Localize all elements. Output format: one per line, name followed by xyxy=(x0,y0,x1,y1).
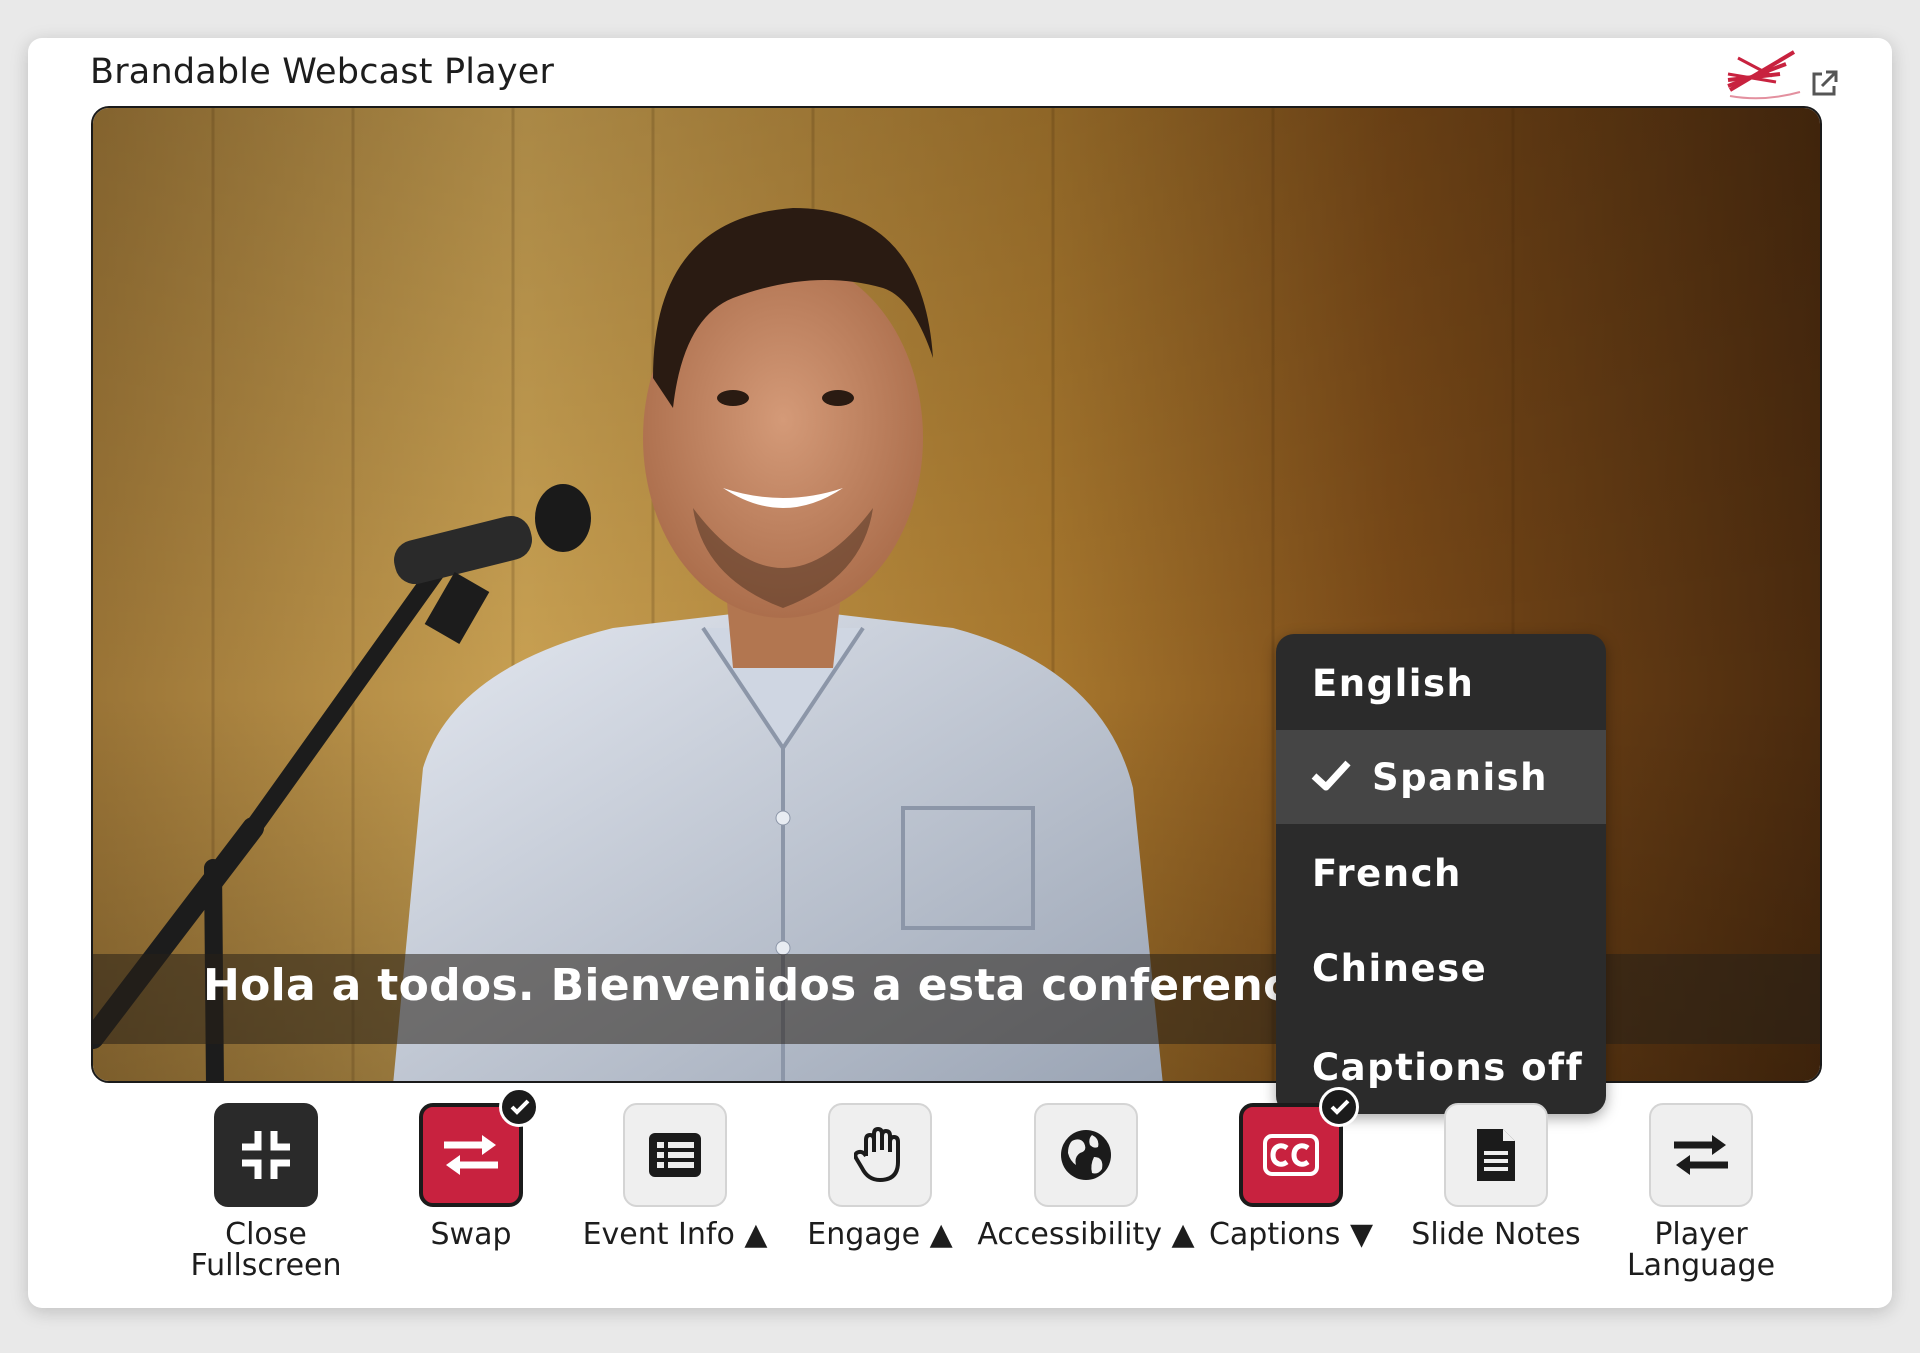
caption-option-chinese[interactable]: Chinese xyxy=(1276,921,1606,1015)
cc-icon xyxy=(1263,1134,1319,1176)
list-icon xyxy=(649,1133,701,1177)
popout-icon[interactable] xyxy=(1808,68,1840,100)
globe-icon xyxy=(1061,1130,1111,1180)
event-info-label: Event Info ▲ xyxy=(582,1217,768,1252)
event-info-control[interactable]: Event Info ▲ xyxy=(565,1103,785,1250)
close-fullscreen-control[interactable]: Close Fullscreen xyxy=(156,1103,376,1281)
checkmark-icon xyxy=(1311,760,1351,791)
engage-control[interactable]: Engage ▲ xyxy=(770,1103,990,1250)
player-language-label: Player Language xyxy=(1626,1217,1776,1283)
swap-control[interactable]: Swap xyxy=(361,1087,581,1252)
check-icon xyxy=(510,1099,530,1115)
swap-arrows-icon xyxy=(444,1135,498,1175)
caption-option-french[interactable]: French xyxy=(1276,826,1606,920)
slide-notes-control[interactable]: Slide Notes xyxy=(1386,1103,1606,1250)
slide-notes-label: Slide Notes xyxy=(1411,1217,1581,1252)
event-info-button[interactable] xyxy=(623,1103,727,1207)
player-title: Brandable Webcast Player xyxy=(90,52,555,92)
caption-text: Hola a todos. Bienvenidos a esta confere… xyxy=(203,960,1335,1011)
check-icon xyxy=(1330,1099,1350,1115)
exchange-icon xyxy=(1674,1135,1728,1175)
accessibility-label: Accessibility ▲ xyxy=(977,1217,1195,1252)
player-card: Brandable Webcast Player Hola a todos. B… xyxy=(28,38,1892,1308)
captions-control[interactable]: Captions ▼ xyxy=(1181,1087,1401,1252)
slide-notes-button[interactable] xyxy=(1444,1103,1548,1207)
caption-option-english[interactable]: English xyxy=(1276,636,1606,730)
document-icon xyxy=(1477,1129,1515,1181)
captions-label: Captions ▼ xyxy=(1208,1217,1374,1252)
compress-icon xyxy=(242,1131,290,1179)
captions-button[interactable] xyxy=(1239,1087,1359,1207)
active-check-badge xyxy=(499,1087,539,1127)
captions-language-menu: English Spanish French Chinese Captions … xyxy=(1276,634,1606,1114)
close-fullscreen-label: Close Fullscreen xyxy=(190,1217,342,1283)
control-bar: Close Fullscreen Swap Event Info ▲ Engag… xyxy=(28,1087,1892,1303)
accessibility-button[interactable] xyxy=(1034,1103,1138,1207)
caption-option-spanish[interactable]: Spanish xyxy=(1276,730,1606,824)
brand-logo-icon xyxy=(1727,50,1801,100)
raised-hand-icon xyxy=(854,1127,900,1182)
player-language-button[interactable] xyxy=(1649,1103,1753,1207)
player-language-control[interactable]: Player Language xyxy=(1591,1103,1811,1281)
swap-button[interactable] xyxy=(419,1087,539,1207)
active-check-badge xyxy=(1319,1087,1359,1127)
engage-button[interactable] xyxy=(828,1103,932,1207)
engage-label: Engage ▲ xyxy=(807,1217,953,1252)
close-fullscreen-button[interactable] xyxy=(214,1103,318,1207)
accessibility-control[interactable]: Accessibility ▲ xyxy=(976,1103,1196,1250)
swap-label: Swap xyxy=(430,1217,512,1252)
